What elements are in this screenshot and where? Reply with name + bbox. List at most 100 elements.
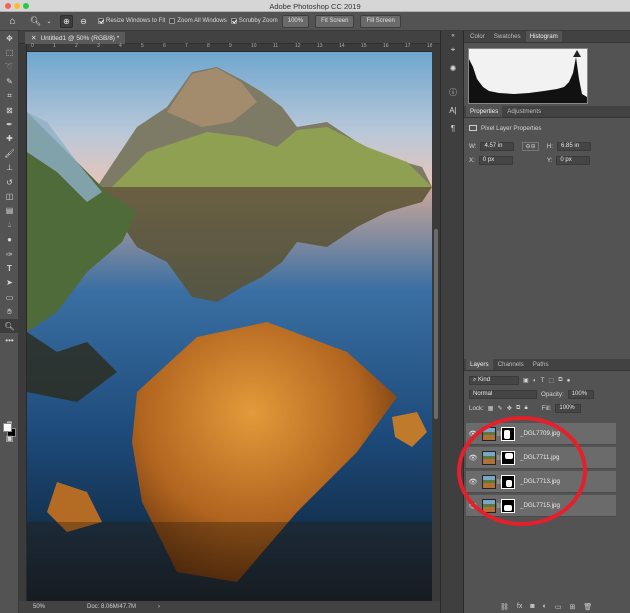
blend-mode-select[interactable]: Normal xyxy=(469,389,537,399)
layer-filter-row: ⌕ Kind ▣ ◐ T ⬚ ⧉ ● xyxy=(464,373,630,387)
link-layers-icon[interactable]: ⛓︎ xyxy=(500,603,509,611)
filter-pixel-icon[interactable]: ▣ xyxy=(523,377,529,384)
quick-selection-tool-icon[interactable]: ✎ xyxy=(0,74,19,88)
filter-type-icon[interactable]: T xyxy=(541,377,545,384)
fill-screen-button[interactable]: Fill Screen xyxy=(360,14,401,28)
screen-mode-icon[interactable]: ▣ xyxy=(0,431,19,445)
hand-tool-icon[interactable]: ✋︎ xyxy=(0,304,19,318)
tab-channels[interactable]: Channels xyxy=(494,359,528,370)
lock-image-icon[interactable]: ✎ xyxy=(498,405,503,412)
ruler-tick-label: 17 xyxy=(405,43,411,49)
delete-layer-icon[interactable]: 🗑︎ xyxy=(583,603,592,611)
zoom-tool-preset-icon[interactable]: 🔍︎ xyxy=(29,15,42,28)
add-style-icon[interactable]: fx xyxy=(517,603,522,611)
layer-filter-kind-select[interactable]: ⌕ Kind xyxy=(469,375,519,385)
lasso-tool-icon[interactable]: ➰ xyxy=(0,60,19,74)
tab-swatches[interactable]: Swatches xyxy=(490,31,525,42)
eyedropper-tool-icon[interactable]: ✒ xyxy=(0,117,19,131)
zoom-all-windows-checkbox[interactable]: Zoom All Windows xyxy=(169,18,227,24)
blur-tool-icon[interactable]: 💧︎ xyxy=(0,218,19,232)
paragraph-icon[interactable]: ¶ xyxy=(441,119,465,137)
filter-adjustment-icon[interactable]: ◐ xyxy=(533,377,537,384)
zoom-in-icon[interactable]: ⊕ xyxy=(60,14,73,28)
zoom-out-icon[interactable]: ⊖ xyxy=(77,15,90,28)
character-icon[interactable]: A| xyxy=(441,101,465,119)
move-tool-icon[interactable]: ✥ xyxy=(0,31,19,45)
chevron-down-icon[interactable]: ⌄ xyxy=(46,15,52,28)
lock-position-icon[interactable]: ✥ xyxy=(507,405,512,412)
pen-tool-icon[interactable]: ✑ xyxy=(0,247,19,261)
layers-footer: ⛓︎ fx ◙ ◐ ▭ ⊞ 🗑︎ xyxy=(500,603,592,611)
checkbox-icon xyxy=(230,18,237,24)
width-field[interactable]: 4.57 in xyxy=(480,141,515,151)
more-tools-icon[interactable]: ••• xyxy=(0,333,19,347)
fit-screen-button[interactable]: Fit Screen xyxy=(315,14,355,28)
dodge-tool-icon[interactable]: ● xyxy=(0,232,19,246)
tab-properties[interactable]: Properties xyxy=(466,106,503,117)
close-tab-icon[interactable]: ✕ xyxy=(31,34,36,42)
y-field[interactable]: 0 px xyxy=(556,155,591,165)
tools-panel: ✥ ⬚ ➰ ✎ ⌗ ⊠ ✒ ✚ 🖌︎ ⊥ ↺ ◫ ▤ 💧︎ ● ✑ T ➤ ▭ … xyxy=(0,31,19,613)
link-dimensions-icon[interactable]: ⊖⊖ xyxy=(522,141,539,151)
tab-color[interactable]: Color xyxy=(466,31,489,42)
history-brush-tool-icon[interactable]: ↺ xyxy=(0,175,19,189)
tab-adjustments[interactable]: Adjustments xyxy=(503,106,545,117)
eraser-tool-icon[interactable]: ◫ xyxy=(0,189,19,203)
position-row: X: 0 px Y: 0 px xyxy=(464,153,630,167)
zoom-tool-icon[interactable]: 🔍︎ xyxy=(0,318,19,334)
marquee-tool-icon[interactable]: ⬚ xyxy=(0,45,19,59)
path-selection-tool-icon[interactable]: ➤ xyxy=(0,276,19,290)
tab-paths[interactable]: Paths xyxy=(529,359,553,370)
properties-panel: Properties Adjustments Pixel Layer Prope… xyxy=(464,106,630,167)
new-layer-icon[interactable]: ⊞ xyxy=(569,603,575,611)
rectangle-tool-icon[interactable]: ▭ xyxy=(0,290,19,304)
tab-layers[interactable]: Layers xyxy=(466,359,493,370)
opacity-field[interactable]: 100% xyxy=(567,389,594,399)
ruler-tick-label: 10 xyxy=(251,43,257,49)
new-adjustment-icon[interactable]: ◐ xyxy=(543,603,547,611)
scrollbar-thumb[interactable] xyxy=(434,229,438,419)
collapse-dock-icon[interactable]: « xyxy=(441,31,465,41)
ruler-tick-label: 13 xyxy=(317,43,323,49)
filter-shape-icon[interactable]: ⬚ xyxy=(548,377,554,384)
layer-kind-row: Pixel Layer Properties xyxy=(464,121,630,135)
pixel-layer-icon xyxy=(469,125,477,131)
fill-field[interactable]: 100% xyxy=(555,403,582,413)
frame-tool-icon[interactable]: ⊠ xyxy=(0,103,19,117)
tab-histogram[interactable]: Histogram xyxy=(525,31,562,42)
healing-brush-tool-icon[interactable]: ✚ xyxy=(0,132,19,146)
brush-tool-icon[interactable]: 🖌︎ xyxy=(0,146,19,160)
zoom-level[interactable]: 50% xyxy=(33,604,45,610)
history-icon[interactable]: ⌖ xyxy=(441,41,465,59)
crop-tool-icon[interactable]: ⌗ xyxy=(0,89,19,103)
filter-toggle-icon[interactable]: ● xyxy=(567,377,571,384)
document-canvas[interactable] xyxy=(27,52,432,601)
type-tool-icon[interactable]: T xyxy=(0,261,19,275)
vertical-scrollbar[interactable] xyxy=(432,44,440,601)
foreground-color-swatch[interactable] xyxy=(3,423,12,432)
info-icon[interactable]: ⓘ xyxy=(441,83,465,101)
gradient-tool-icon[interactable]: ▤ xyxy=(0,204,19,218)
zoom-100-button[interactable]: 100% xyxy=(281,14,310,28)
options-bar: ⌂ 🔍︎ ⌄ ⊕ ⊖ Resize Windows to Fit Zoom Al… xyxy=(0,12,630,31)
add-mask-icon[interactable]: ◙ xyxy=(530,603,534,611)
x-field[interactable]: 0 px xyxy=(478,155,513,165)
scrubby-zoom-checkbox[interactable]: Scrubby Zoom xyxy=(230,18,278,24)
vertical-ruler xyxy=(19,44,27,601)
lock-all-icon[interactable]: 🔒︎ xyxy=(524,404,527,412)
filter-smart-object-icon[interactable]: ⧉ xyxy=(558,376,562,384)
brushes-icon[interactable]: ✺ xyxy=(441,59,465,77)
lock-transparent-icon[interactable]: ▦ xyxy=(488,405,494,412)
ruler-tick-label: 9 xyxy=(229,43,232,49)
home-icon[interactable]: ⌂ xyxy=(6,15,19,28)
right-panels: Color Swatches Histogram Properties Adju… xyxy=(464,31,630,613)
cache-warning-icon[interactable] xyxy=(573,50,581,57)
lock-row: Lock: ▦ ✎ ✥ ⧉ 🔒︎ Fill: 100% xyxy=(464,401,630,415)
lock-artboard-icon[interactable]: ⧉ xyxy=(516,404,520,412)
document-size[interactable]: Doc: 8.06M/47.7M xyxy=(87,604,136,610)
status-menu-arrow-icon[interactable]: › xyxy=(158,604,160,610)
new-group-icon[interactable]: ▭ xyxy=(555,603,562,611)
height-field[interactable]: 6.85 in xyxy=(557,141,592,151)
clone-stamp-tool-icon[interactable]: ⊥ xyxy=(0,161,19,175)
resize-windows-checkbox[interactable]: Resize Windows to Fit xyxy=(98,18,165,24)
